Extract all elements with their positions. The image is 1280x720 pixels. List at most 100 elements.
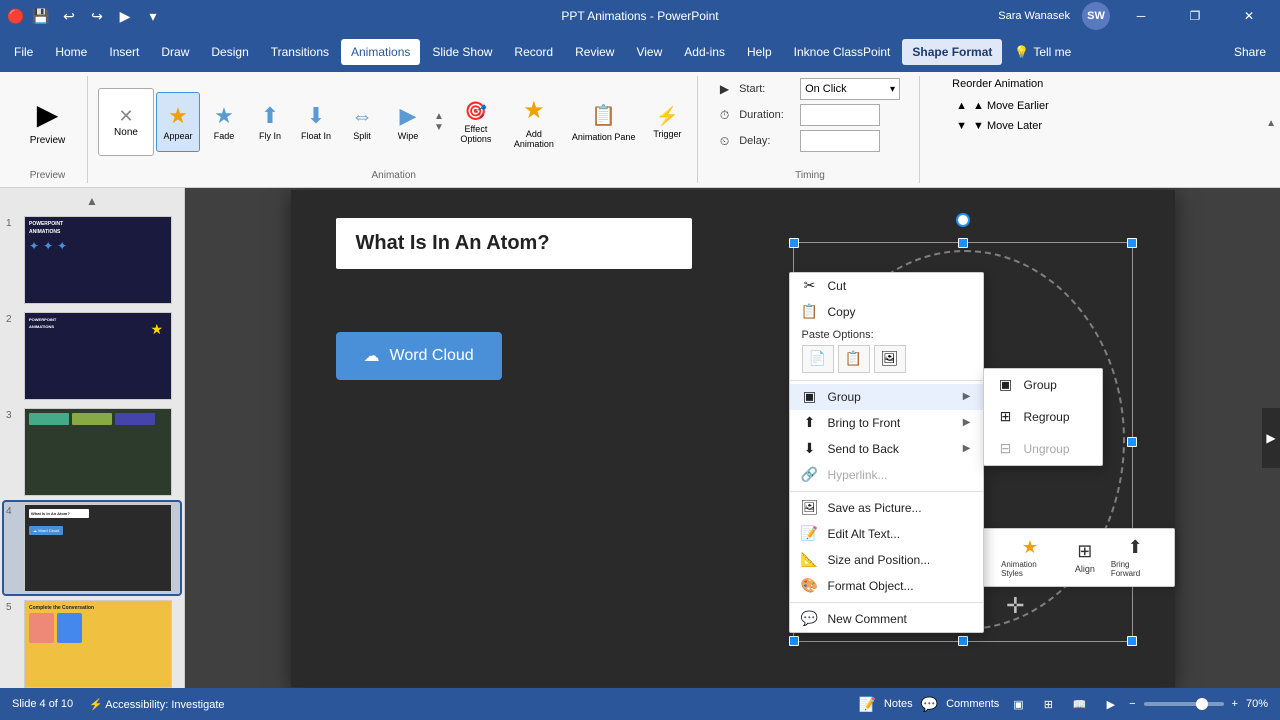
menu-design[interactable]: Design xyxy=(201,39,258,65)
menu-file[interactable]: File xyxy=(4,39,43,65)
zoom-out-button[interactable]: − xyxy=(1129,698,1135,710)
context-new-comment[interactable]: 💬 New Comment xyxy=(790,606,983,632)
menu-animations[interactable]: Animations xyxy=(341,39,420,65)
animation-scroll-up[interactable]: ▲▼ xyxy=(432,109,446,135)
menu-help[interactable]: Help xyxy=(737,39,782,65)
comments-label[interactable]: Comments xyxy=(946,698,999,710)
normal-view-button[interactable]: ▣ xyxy=(1007,695,1029,714)
animation-flyin-button[interactable]: ⬆ Fly In xyxy=(248,92,292,152)
menu-view[interactable]: View xyxy=(626,39,672,65)
handle-bottom-right[interactable] xyxy=(1127,636,1137,646)
slideshow-button[interactable]: ▶ xyxy=(1101,695,1121,714)
move-later-button[interactable]: ▼ ▼ Move Later xyxy=(952,118,1046,134)
context-group[interactable]: ▣ Group xyxy=(790,384,983,410)
appear-icon: ★ xyxy=(168,103,188,129)
submenu-group[interactable]: ▣ Group xyxy=(984,369,1102,401)
handle-bottom-left[interactable] xyxy=(789,636,799,646)
effect-options-button[interactable]: 🎯 Effect Options xyxy=(448,92,504,152)
menu-draw[interactable]: Draw xyxy=(151,39,199,65)
add-animation-button[interactable]: ★ AddAnimation xyxy=(506,88,562,156)
notes-label[interactable]: Notes xyxy=(884,698,913,710)
save-button[interactable]: 💾 xyxy=(30,5,52,27)
menu-home[interactable]: Home xyxy=(45,39,97,65)
user-avatar[interactable]: SW xyxy=(1082,2,1110,30)
slide-thumbnail-1[interactable]: 1 POWERPOINT ANIMATIONS ✦ ✦ ✦ xyxy=(4,214,180,306)
context-save-as-picture[interactable]: 🖼 Save as Picture... xyxy=(790,495,983,521)
preview-button[interactable]: ▶ Preview xyxy=(20,88,76,156)
context-send-to-back[interactable]: ⬇ Send to Back xyxy=(790,436,983,462)
menu-record[interactable]: Record xyxy=(504,39,563,65)
sf-align-button[interactable]: ⊞ Align xyxy=(1069,537,1101,578)
comments-button[interactable]: 💬 xyxy=(921,696,938,713)
reading-view-button[interactable]: 📖 xyxy=(1067,695,1093,714)
menu-insert[interactable]: Insert xyxy=(99,39,149,65)
accessibility-status[interactable]: ⚡ Accessibility: Investigate xyxy=(89,698,224,711)
menu-share[interactable]: Share xyxy=(1224,39,1276,65)
paste-icon-3[interactable]: 🖼 xyxy=(874,345,906,373)
paste-icon-2[interactable]: 📋 xyxy=(838,345,870,373)
context-copy[interactable]: 📋 Copy xyxy=(790,299,983,325)
zoom-in-button[interactable]: + xyxy=(1232,698,1238,710)
animation-pane-button[interactable]: 📋 Animation Pane xyxy=(564,99,644,146)
menu-shape-format[interactable]: Shape Format xyxy=(902,39,1002,65)
handle-bottom-mid[interactable] xyxy=(958,636,968,646)
menu-tellme[interactable]: 💡Tell me xyxy=(1004,39,1081,65)
paste-icon-1[interactable]: 📄 xyxy=(802,345,834,373)
present-button[interactable]: ▶ xyxy=(114,5,136,27)
word-cloud-icon: ☁ xyxy=(364,346,380,366)
animation-wipe-button[interactable]: ▶ Wipe xyxy=(386,92,430,152)
handle-mid-right[interactable] xyxy=(1127,437,1137,447)
slide-canvas: What Is In An Atom? ☁ Word Cloud ✛ xyxy=(291,190,1175,687)
menu-inknoe[interactable]: Inknoe ClassPoint xyxy=(784,39,901,65)
slide-thumbnail-3[interactable]: 3 xyxy=(4,406,180,498)
animation-group-label: Animation xyxy=(371,166,415,181)
context-size-position[interactable]: 📐 Size and Position... xyxy=(790,547,983,573)
context-edit-alt-text[interactable]: 📝 Edit Alt Text... xyxy=(790,521,983,547)
sf-animation-styles-button[interactable]: ★ Animation Styles xyxy=(995,533,1065,582)
move-later-icon: ▼ xyxy=(956,120,967,132)
move-earlier-button[interactable]: ▲ ▲ Move Earlier xyxy=(952,98,1053,114)
undo-button[interactable]: ↩ xyxy=(58,5,80,27)
animation-appear-button[interactable]: ★ Appear xyxy=(156,92,200,152)
animation-split-button[interactable]: ⇔ Split xyxy=(340,92,384,152)
redo-button[interactable]: ↪ xyxy=(86,5,108,27)
handle-top-left[interactable] xyxy=(789,238,799,248)
restore-button[interactable]: ❐ xyxy=(1172,0,1218,32)
close-button[interactable]: ✕ xyxy=(1226,0,1272,32)
menu-transitions[interactable]: Transitions xyxy=(261,39,339,65)
start-dropdown[interactable]: On Click ▾ xyxy=(800,78,900,100)
animation-floatin-button[interactable]: ⬇ Float In xyxy=(294,92,338,152)
zoom-level[interactable]: 70% xyxy=(1246,698,1268,710)
animation-fade-button[interactable]: ★ Fade xyxy=(202,92,246,152)
minimize-button[interactable]: ─ xyxy=(1118,0,1164,32)
context-format-object[interactable]: 🎨 Format Object... xyxy=(790,573,983,599)
customize-qat-button[interactable]: ▾ xyxy=(142,5,164,27)
delay-input[interactable] xyxy=(800,130,880,152)
sf-bring-forward-button[interactable]: ⬆ Bring Forward xyxy=(1105,533,1166,582)
handle-top-right[interactable] xyxy=(1127,238,1137,248)
animation-none-button[interactable]: ✕ None xyxy=(98,88,154,156)
slide-sorter-button[interactable]: ⊞ xyxy=(1038,695,1059,714)
context-bring-to-front[interactable]: ⬆ Bring to Front xyxy=(790,410,983,436)
duration-input[interactable] xyxy=(800,104,880,126)
slide-thumbnail-2[interactable]: 2 POWERPOINT ANIMATIONS ★ xyxy=(4,310,180,402)
right-nav-arrow[interactable]: ▶ xyxy=(1262,408,1280,468)
trigger-button[interactable]: ⚡ Trigger xyxy=(645,92,689,152)
context-cut[interactable]: ✂ Cut xyxy=(790,273,983,299)
menu-review[interactable]: Review xyxy=(565,39,624,65)
word-cloud-button[interactable]: ☁ Word Cloud xyxy=(336,332,502,380)
ribbon-collapse-button[interactable]: ▲ xyxy=(1266,118,1276,129)
menu-slideshow[interactable]: Slide Show xyxy=(422,39,502,65)
rotate-handle[interactable] xyxy=(956,213,970,227)
notes-button[interactable]: 📝 xyxy=(858,696,875,713)
slide-panel-scroll-up[interactable]: ▲ xyxy=(4,192,180,210)
handle-top-mid[interactable] xyxy=(958,238,968,248)
ctx-sep-3 xyxy=(790,602,983,603)
group-submenu: ▣ Group ⊞ Regroup ⊟ Ungroup xyxy=(983,368,1103,466)
wipe-icon: ▶ xyxy=(400,103,417,129)
slide-thumbnail-4[interactable]: 4 What Is In An Atom? ☁ Word Cloud xyxy=(4,502,180,594)
slide-thumbnail-5[interactable]: 5 Complete the Conversation xyxy=(4,598,180,688)
zoom-slider[interactable] xyxy=(1144,702,1224,706)
submenu-regroup[interactable]: ⊞ Regroup xyxy=(984,401,1102,433)
menu-addins[interactable]: Add-ins xyxy=(674,39,735,65)
